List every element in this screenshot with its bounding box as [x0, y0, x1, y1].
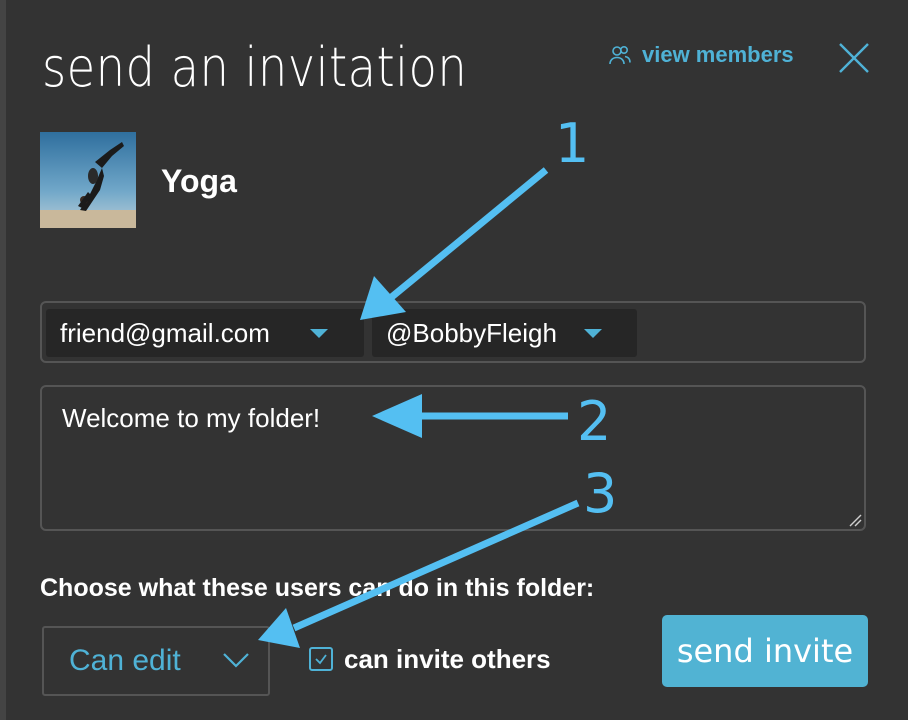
invite-modal: send an invitation view members Yoga fri…: [6, 0, 908, 720]
annotation-number: 1: [555, 112, 590, 175]
permission-selected-value: Can edit: [69, 644, 181, 677]
caret-down-icon[interactable]: [310, 329, 328, 338]
view-members-label: view members: [642, 42, 794, 67]
folder-thumbnail: [40, 132, 136, 228]
close-icon[interactable]: [836, 40, 872, 76]
send-invite-button[interactable]: send invite: [662, 615, 868, 687]
resize-handle-icon[interactable]: [848, 513, 862, 527]
recipient-chip[interactable]: friend@gmail.com: [46, 309, 364, 357]
chevron-down-icon: [223, 653, 249, 668]
check-icon: [315, 654, 327, 665]
folder-name: Yoga: [161, 163, 237, 199]
annotation-number: 3: [583, 462, 618, 525]
can-invite-checkbox[interactable]: [309, 647, 333, 671]
modal-title: send an invitation: [42, 36, 468, 99]
users-icon: [609, 45, 631, 65]
recipients-field[interactable]: friend@gmail.com @BobbyFleigh: [40, 301, 866, 363]
view-members-link[interactable]: view members: [608, 42, 794, 68]
annotation-number: 2: [577, 390, 612, 453]
recipient-label: friend@gmail.com: [60, 317, 270, 348]
recipient-chip[interactable]: @BobbyFleigh: [372, 309, 637, 357]
message-text: Welcome to my folder!: [62, 403, 321, 433]
can-invite-label: can invite others: [344, 644, 551, 674]
permissions-prompt: Choose what these users can do in this f…: [40, 574, 595, 602]
caret-down-icon[interactable]: [584, 329, 602, 338]
permission-select[interactable]: Can edit: [42, 626, 270, 696]
recipient-label: @BobbyFleigh: [386, 317, 557, 348]
message-textarea[interactable]: Welcome to my folder!: [40, 385, 866, 531]
